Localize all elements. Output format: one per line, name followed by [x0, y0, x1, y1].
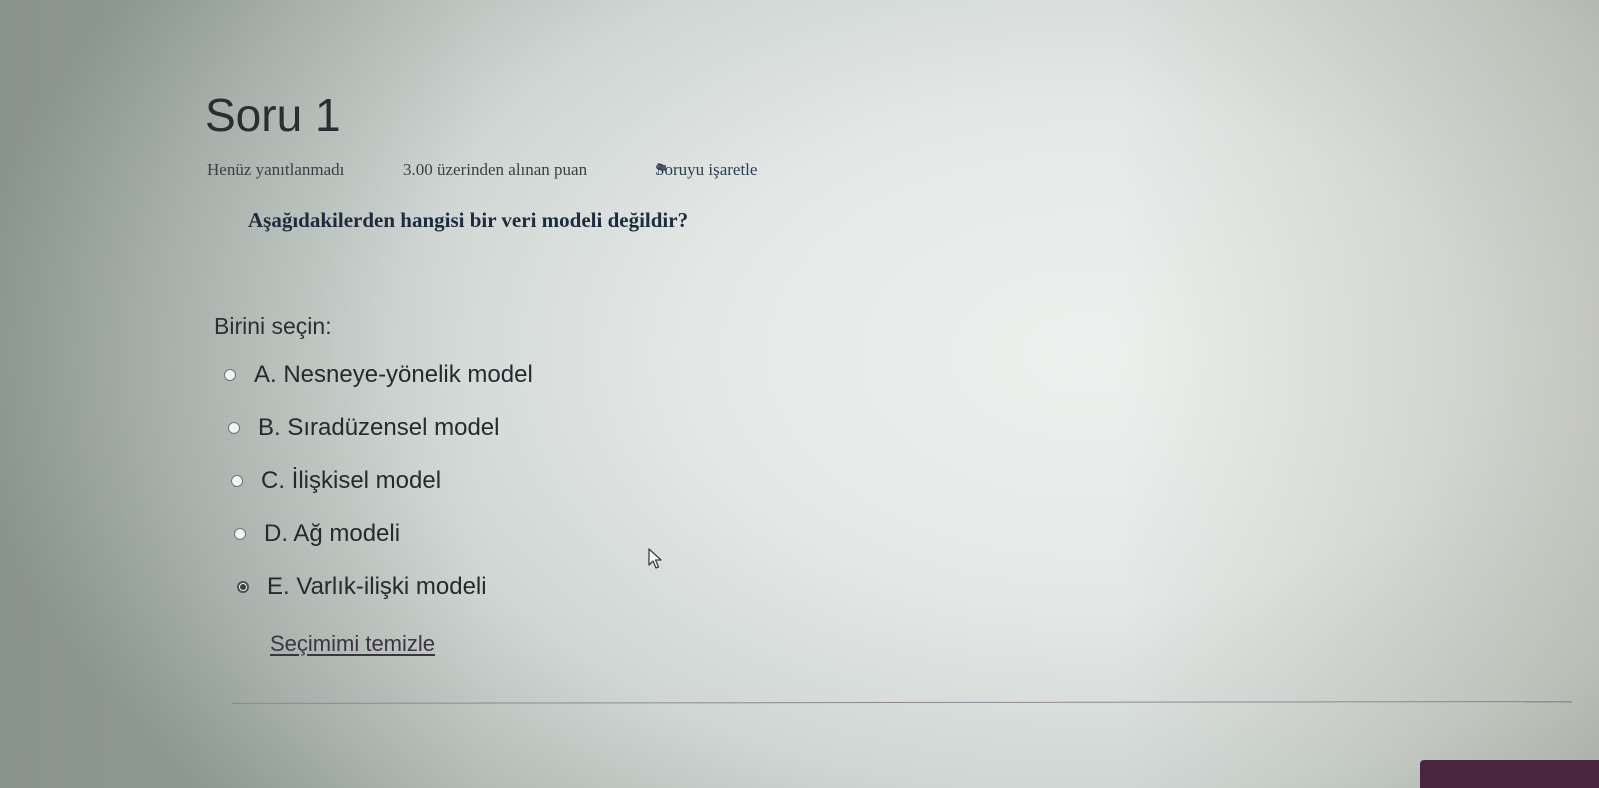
clear-choice-link[interactable]: Seçimimi temizle — [270, 631, 435, 657]
radio-button[interactable] — [228, 422, 240, 434]
answer-option-b[interactable]: B. Sıradüzensel model — [228, 414, 499, 442]
next-page-button[interactable] — [1420, 760, 1599, 788]
mouse-pointer-icon — [648, 548, 662, 569]
question-text: Aşağıdakilerden hangisi bir veri modeli … — [248, 208, 689, 232]
answer-option-c[interactable]: C. İlişkisel model — [231, 467, 441, 495]
radio-button-selected[interactable] — [237, 581, 249, 593]
answer-prompt: Birini seçin: — [214, 313, 332, 339]
answer-label: B. Sıradüzensel model — [258, 414, 500, 441]
answer-label: D. Ağ modeli — [264, 520, 401, 547]
answer-label: A. Nesneye-yönelik model — [254, 361, 533, 388]
question-state: Henüz yanıtlanmadı — [207, 160, 345, 179]
flag-question-label: Soruyu işaretle — [655, 160, 758, 179]
radio-button[interactable] — [234, 528, 246, 540]
radio-button[interactable] — [224, 369, 236, 381]
answer-option-a[interactable]: A. Nesneye-yönelik model — [224, 361, 533, 389]
radio-button[interactable] — [231, 475, 243, 487]
question-divider — [231, 701, 1572, 704]
answer-option-d[interactable]: D. Ağ modeli — [234, 520, 400, 548]
answer-option-e[interactable]: E. Varlık-ilişki modeli — [237, 573, 487, 601]
answer-label: C. İlişkisel model — [261, 467, 442, 494]
question-title: Soru 1 — [205, 89, 341, 141]
answer-label: E. Varlık-ilişki modeli — [267, 573, 487, 600]
question-grade: 3.00 üzerinden alınan puan — [403, 160, 588, 179]
